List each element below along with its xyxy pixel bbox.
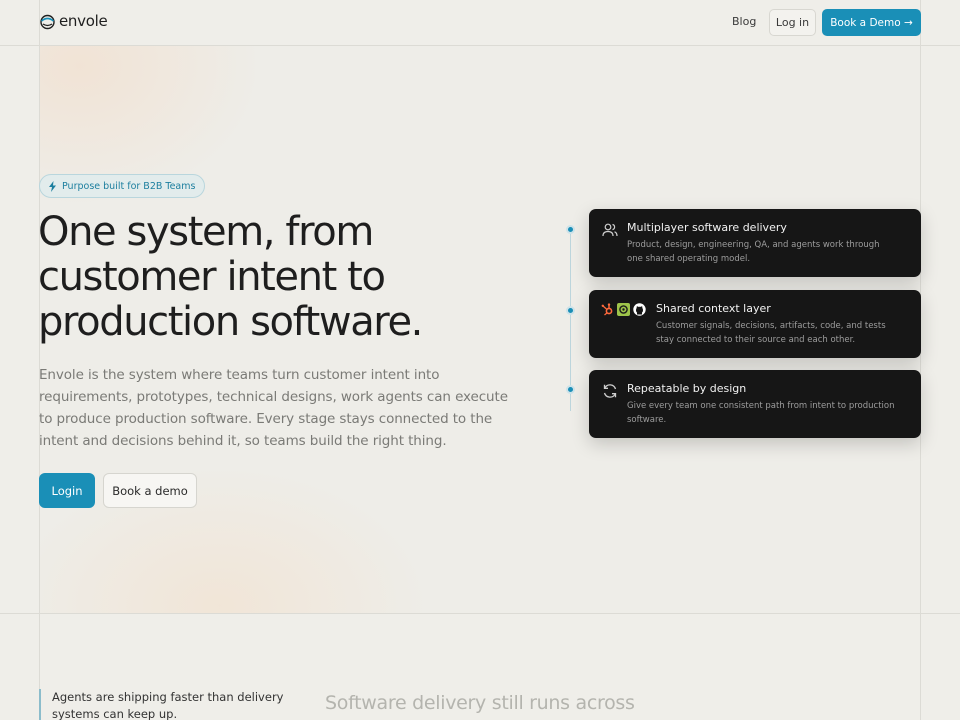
guide-line-right	[920, 0, 921, 720]
hero-title-line-1: One system, from	[38, 209, 374, 255]
logo[interactable]: envole	[39, 12, 108, 30]
lower-heading: Software delivery still runs across	[325, 692, 635, 714]
hero-title-line-2: customer intent to	[38, 254, 386, 300]
site-header: envole Blog Log in Book a Demo →	[0, 0, 960, 45]
timeline-dot	[566, 225, 575, 234]
lower-quote: Agents are shipping faster than delivery…	[39, 689, 289, 720]
hero-title-line-3: production software.	[38, 299, 423, 345]
timeline-line	[570, 229, 571, 411]
hero-title: One system, from customer intent to prod…	[38, 210, 498, 345]
feature-card-shared-context: Shared context layer Customer signals, d…	[589, 290, 921, 358]
hero-badge: Purpose built for B2B Teams	[39, 174, 206, 198]
card-description: Customer signals, decisions, artifacts, …	[656, 321, 886, 345]
timeline-dot	[566, 306, 575, 315]
logo-text: envole	[59, 12, 108, 30]
envole-logo-icon	[40, 14, 55, 29]
github-icon	[633, 303, 646, 316]
header-divider	[0, 45, 960, 46]
hubspot-icon	[601, 303, 613, 316]
hero-description: Envole is the system where teams turn cu…	[39, 367, 508, 449]
feature-card-repeatable: Repeatable by design Give every team one…	[589, 370, 921, 438]
card-description: Product, design, engineering, QA, and ag…	[627, 240, 880, 264]
feature-card-multiplayer: Multiplayer software delivery Product, d…	[589, 209, 921, 277]
card-description: Give every team one consistent path from…	[627, 401, 895, 425]
refresh-icon	[603, 384, 617, 398]
nav-blog-link[interactable]: Blog	[732, 15, 756, 28]
card-title: Shared context layer	[656, 302, 771, 315]
lightning-icon	[49, 180, 56, 192]
gong-icon	[617, 303, 630, 316]
hero-book-demo-button[interactable]: Book a demo	[103, 473, 197, 508]
nav-book-demo-button[interactable]: Book a Demo →	[822, 9, 921, 36]
timeline-dot	[566, 385, 575, 394]
card-title: Multiplayer software delivery	[627, 221, 787, 234]
integration-logos	[601, 303, 646, 316]
nav-login-button[interactable]: Log in	[769, 9, 816, 36]
guide-line-left	[39, 0, 40, 720]
hero-badge-label: Purpose built for B2B Teams	[62, 180, 196, 192]
section-divider	[0, 613, 960, 614]
users-icon	[602, 223, 618, 237]
card-title: Repeatable by design	[627, 382, 747, 395]
hero-login-button[interactable]: Login	[39, 473, 95, 508]
